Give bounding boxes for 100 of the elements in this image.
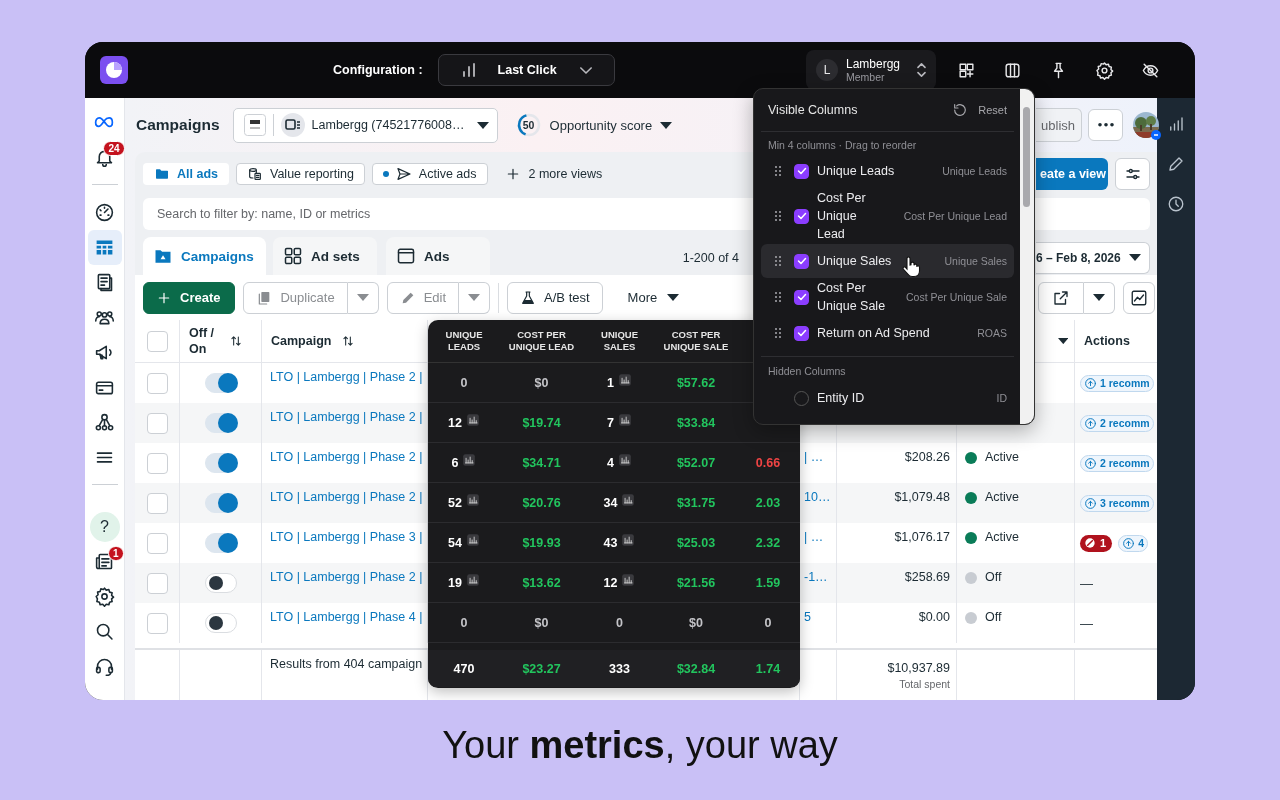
- ad-account-selector[interactable]: Lambergg (74521776008…: [232, 107, 498, 143]
- bar-chart-icon: [462, 63, 475, 77]
- checkbox[interactable]: [794, 289, 809, 305]
- view-tab[interactable]: All ads: [143, 163, 229, 185]
- checkbox[interactable]: [794, 208, 809, 224]
- row-checkbox[interactable]: [146, 372, 168, 394]
- column-option[interactable]: Cost Per Unique Sale Cost Per Unique Sale: [761, 278, 1014, 316]
- campaign-link[interactable]: LTO | Lambergg | Phase 2 |: [270, 410, 423, 424]
- campaign-link[interactable]: LTO | Lambergg | Phase 4 |: [270, 610, 423, 624]
- column-option[interactable]: Unique Leads Unique Leads: [761, 154, 1014, 188]
- checkbox[interactable]: [794, 163, 809, 179]
- toggle-switch[interactable]: [204, 493, 237, 513]
- toggle-switch[interactable]: [204, 413, 237, 433]
- checkbox[interactable]: [794, 325, 809, 341]
- toggle-switch[interactable]: [204, 613, 237, 633]
- metric-value: 6: [451, 455, 459, 470]
- avatar-initial: L: [816, 59, 838, 81]
- view-tab[interactable]: Value reporting: [236, 163, 365, 185]
- create-button[interactable]: Create: [143, 281, 236, 314]
- level-tab[interactable]: Ads: [386, 237, 490, 275]
- date-range-button[interactable]: 6 – Feb 8, 2026: [1036, 241, 1150, 274]
- hint-text: Min 4 columns · Drag to reorder: [767, 138, 918, 153]
- column-option[interactable]: Unique Sales Unique Sales: [761, 244, 1014, 278]
- dropdown-button[interactable]: [1084, 281, 1115, 314]
- news-button[interactable]: 1: [88, 544, 121, 579]
- column-option[interactable]: Return on Ad Spend ROAS: [761, 316, 1014, 350]
- chevron-down-icon: [579, 66, 592, 74]
- total-spent-label: Total spent: [899, 677, 950, 690]
- configuration-label: Configuration :: [333, 63, 423, 77]
- level-tab[interactable]: Ad sets: [273, 237, 377, 275]
- campaign-link[interactable]: | …: [804, 450, 824, 464]
- toggle-switch[interactable]: [204, 373, 237, 393]
- create-view-button[interactable]: eate a view: [1036, 158, 1108, 190]
- campaign-link[interactable]: 5: [804, 610, 811, 624]
- attribution-dropdown[interactable]: Last Click: [437, 54, 615, 86]
- metric-value: $19.74: [522, 415, 561, 430]
- metric-value: 2.03: [755, 495, 781, 510]
- paper-plane-icon: [395, 166, 412, 182]
- row-checkbox[interactable]: [146, 452, 168, 474]
- campaign-link[interactable]: LTO | Lambergg | Phase 3 |: [270, 530, 423, 544]
- more-options-button[interactable]: [1088, 109, 1123, 141]
- no-actions-dash: —: [1080, 615, 1093, 631]
- delivery-status: Active: [985, 450, 1020, 464]
- news-icon: [94, 551, 115, 572]
- column-key: Unique Sales: [944, 255, 1007, 267]
- folder-icon: [154, 166, 170, 182]
- campaign-link[interactable]: LTO | Lambergg | Phase 2 |: [270, 370, 423, 384]
- campaign-link[interactable]: | …: [804, 530, 824, 544]
- caret-icon: [356, 294, 369, 301]
- campaign-link[interactable]: LTO | Lambergg | Phase 2 |: [270, 490, 423, 504]
- row-checkbox[interactable]: [146, 572, 168, 594]
- column-option[interactable]: Entity ID ID: [761, 381, 1014, 415]
- recommendations-badge[interactable]: 2 recomm: [1080, 454, 1154, 472]
- flask-icon: [520, 289, 537, 306]
- hand-cursor-icon: [901, 256, 921, 278]
- ab-test-button[interactable]: A/B test: [507, 281, 603, 314]
- delivery-status: Off: [985, 610, 1002, 624]
- support-icon: [94, 656, 115, 677]
- recommendations-badge[interactable]: 4: [1118, 534, 1148, 552]
- row-checkbox[interactable]: [146, 492, 168, 514]
- metric-value: 54: [448, 535, 462, 550]
- filter-settings-button[interactable]: [1115, 158, 1150, 190]
- toggle-switch[interactable]: [204, 573, 237, 593]
- chart-button[interactable]: [1123, 281, 1155, 314]
- level-tab[interactable]: Campaigns: [143, 237, 266, 275]
- line-chart-icon: [1130, 288, 1148, 307]
- recommendations-badge[interactable]: 1 recomm: [1080, 374, 1154, 392]
- toggle-switch[interactable]: [204, 533, 237, 553]
- gauge-icon: [94, 202, 115, 223]
- delivery-status: Active: [985, 490, 1020, 504]
- metric-value: 52: [448, 495, 462, 510]
- more-views-button[interactable]: 2 more views: [504, 166, 603, 182]
- network-icon: [94, 412, 115, 433]
- help-button[interactable]: ?: [89, 511, 120, 542]
- sort-icon: [341, 334, 356, 348]
- campaign-link[interactable]: LTO | Lambergg | Phase 2 |: [270, 570, 423, 584]
- opportunity-score-dropdown[interactable]: 50 Opportunity score: [515, 112, 673, 138]
- recommendations-badge[interactable]: 3 recomm: [1080, 494, 1154, 512]
- scrollbar[interactable]: [1020, 89, 1034, 424]
- reset-button[interactable]: Reset: [952, 102, 1007, 118]
- export-button[interactable]: [1038, 281, 1084, 314]
- issue-badge[interactable]: 1: [1080, 534, 1113, 552]
- checkbox[interactable]: [794, 253, 809, 269]
- toggle-switch[interactable]: [204, 453, 237, 473]
- select-all-checkbox[interactable]: [146, 330, 168, 352]
- metric-value: 12: [448, 415, 462, 430]
- row-checkbox[interactable]: [146, 612, 168, 634]
- campaign-link[interactable]: 10…: [804, 490, 831, 504]
- publish-button[interactable]: ublish: [1036, 108, 1082, 142]
- row-checkbox[interactable]: [146, 412, 168, 434]
- table-button[interactable]: [87, 230, 122, 265]
- recommendations-badge[interactable]: 2 recomm: [1080, 414, 1154, 432]
- account-switcher[interactable]: L Lambergg Member: [806, 50, 936, 90]
- metric-value: 0: [616, 615, 623, 630]
- metric-value: 0.66: [755, 455, 781, 470]
- row-checkbox[interactable]: [146, 532, 168, 554]
- campaign-link[interactable]: -1…: [804, 570, 828, 584]
- campaign-link[interactable]: LTO | Lambergg | Phase 2 |: [270, 450, 423, 464]
- column-header: COST PER UNIQUE LEAD: [507, 328, 576, 354]
- view-tab[interactable]: Active ads: [371, 163, 488, 185]
